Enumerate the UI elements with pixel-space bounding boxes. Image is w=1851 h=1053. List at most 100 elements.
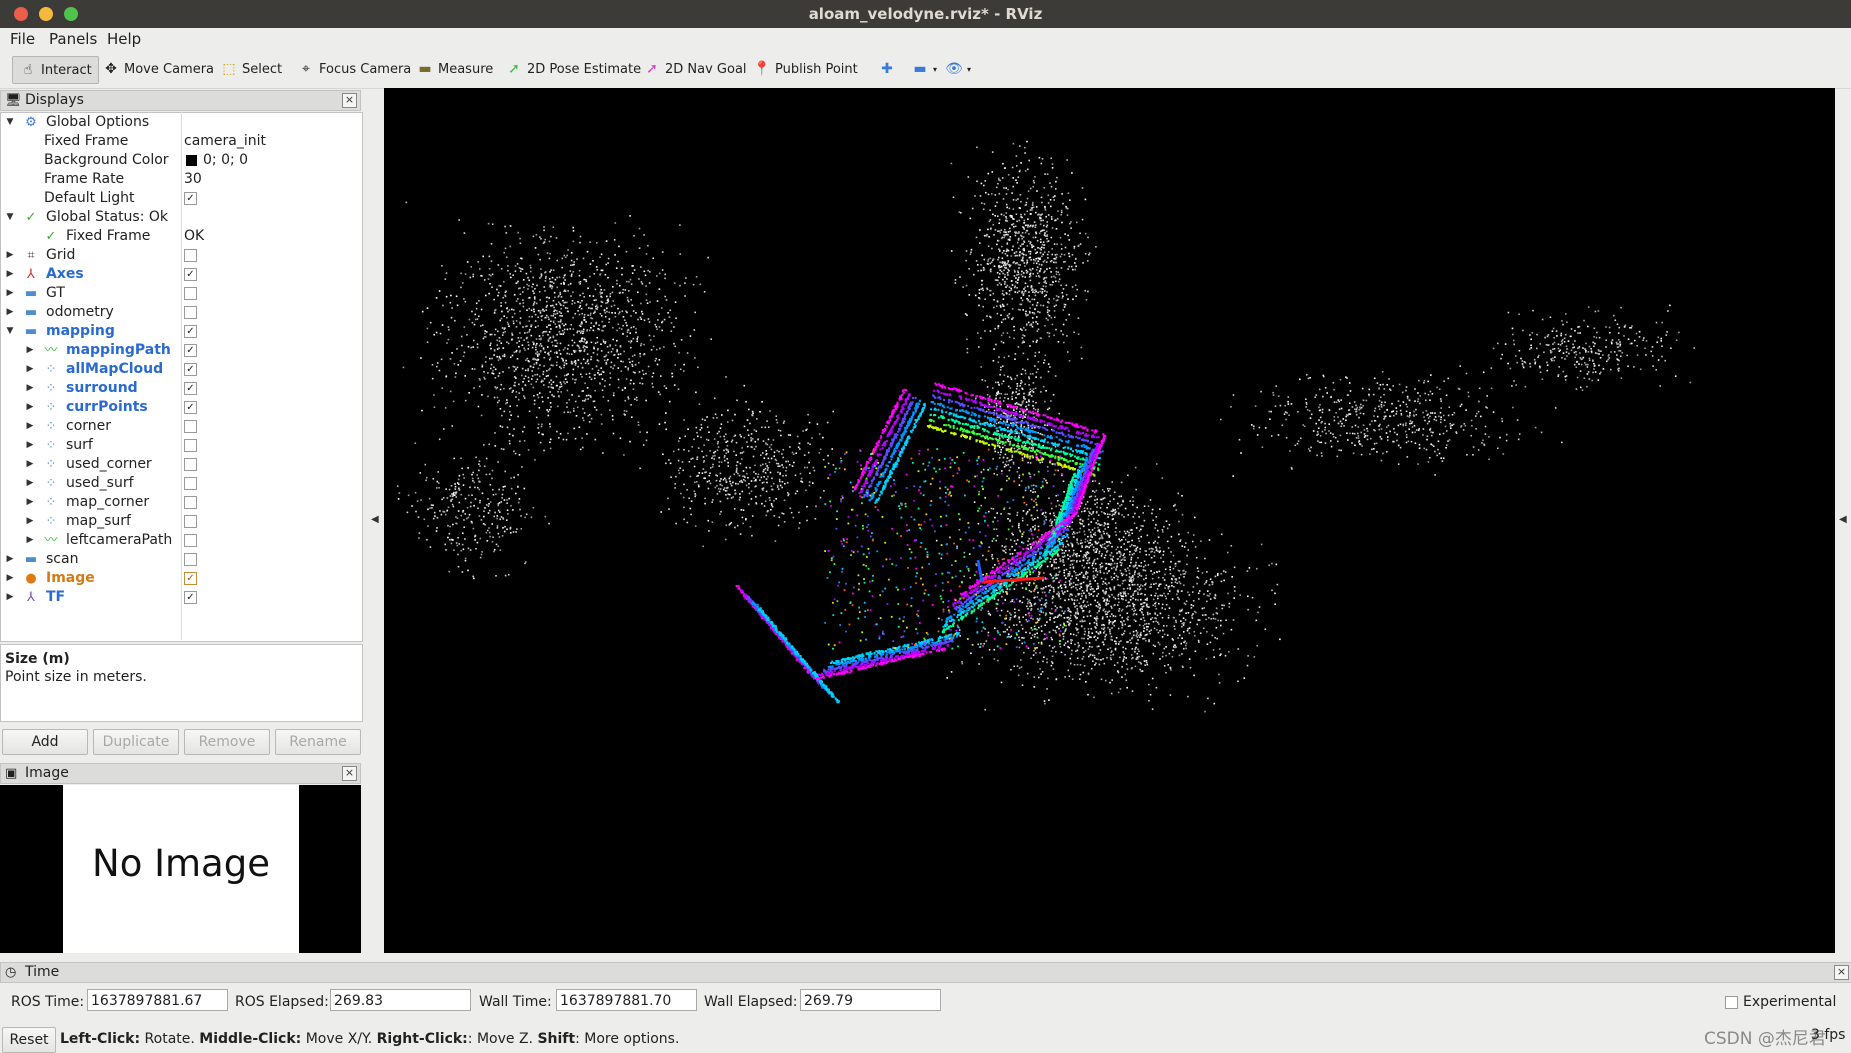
collapsed-arrow-icon[interactable]: ▶ <box>24 474 36 493</box>
row-value[interactable]: camera_init <box>184 132 266 151</box>
tree-row-map-surf[interactable]: ▶ ⁘ map_surf <box>0 512 361 531</box>
collapsed-arrow-icon[interactable]: ▶ <box>4 569 16 588</box>
tree-row-used-corner[interactable]: ▶ ⁘ used_corner <box>0 455 361 474</box>
collapsed-arrow-icon[interactable]: ▶ <box>4 550 16 569</box>
move-camera-tool[interactable]: ✥ Move Camera <box>102 56 214 82</box>
menu-help[interactable]: Help <box>107 30 141 48</box>
publish-point-tool[interactable]: 📍 Publish Point <box>753 56 857 82</box>
tree-row-grid[interactable]: ▶ ⌗ Grid <box>0 246 361 265</box>
checkbox[interactable]: ✓ <box>184 591 197 604</box>
collapsed-arrow-icon[interactable]: ▶ <box>4 303 16 322</box>
checkbox[interactable] <box>184 420 197 433</box>
checkbox[interactable]: ✓ <box>184 363 197 376</box>
collapsed-arrow-icon[interactable]: ▶ <box>24 512 36 531</box>
tree-row-used-surf[interactable]: ▶ ⁘ used_surf <box>0 474 361 493</box>
checkbox[interactable] <box>184 249 197 262</box>
tree-row-corner[interactable]: ▶ ⁘ corner <box>0 417 361 436</box>
tree-row-tf[interactable]: ▶ ⅄ TF ✓ <box>0 588 361 607</box>
collapsed-arrow-icon[interactable]: ▶ <box>24 398 36 417</box>
tree-row-surround[interactable]: ▶ ⁘ surround ✓ <box>0 379 361 398</box>
checkbox[interactable] <box>184 439 197 452</box>
checkbox[interactable]: ✓ <box>184 344 197 357</box>
checkbox[interactable]: ✓ <box>184 325 197 338</box>
collapsed-arrow-icon[interactable]: ▶ <box>24 436 36 455</box>
tree-row-odometry[interactable]: ▶ ▬ odometry <box>0 303 361 322</box>
pose-estimate-tool[interactable]: ➚ 2D Pose Estimate <box>505 56 641 82</box>
tree-row-allmapcloud[interactable]: ▶ ⁘ allMapCloud ✓ <box>0 360 361 379</box>
checkbox[interactable]: ✓ <box>184 382 197 395</box>
collapsed-arrow-icon[interactable]: ▶ <box>4 246 16 265</box>
tree-row-status-fixed-frame[interactable]: ✓ Fixed Frame OK <box>0 227 361 246</box>
checkbox[interactable]: ✓ <box>184 192 197 205</box>
reset-button[interactable]: Reset <box>2 1027 56 1053</box>
tree-row-default-light[interactable]: Default Light ✓ <box>0 189 361 208</box>
collapsed-arrow-icon[interactable]: ▶ <box>24 360 36 379</box>
collapsed-arrow-icon[interactable]: ▶ <box>24 417 36 436</box>
checkbox[interactable] <box>184 515 197 528</box>
ros-time-field[interactable]: 1637897881.67 <box>87 989 228 1011</box>
ros-elapsed-field[interactable]: 269.83 <box>330 989 471 1011</box>
tree-row-global-options[interactable]: ▼ ⚙ Global Options <box>0 113 361 132</box>
wall-time-field[interactable]: 1637897881.70 <box>556 989 697 1011</box>
checkbox[interactable] <box>184 553 197 566</box>
tree-row-axes[interactable]: ▶ ⅄ Axes ✓ <box>0 265 361 284</box>
tree-row-scan[interactable]: ▶ ▬ scan <box>0 550 361 569</box>
menu-file[interactable]: File <box>10 30 35 48</box>
render-viewport[interactable] <box>384 88 1835 953</box>
tree-row-image[interactable]: ▶ ● Image ✓ <box>0 569 361 588</box>
nav-goal-tool[interactable]: ➚ 2D Nav Goal <box>643 56 746 82</box>
checkbox[interactable]: ✓ <box>184 268 197 281</box>
tree-row-frame-rate[interactable]: Frame Rate 30 <box>0 170 361 189</box>
collapsed-arrow-icon[interactable]: ▶ <box>24 493 36 512</box>
remove-button[interactable]: Remove <box>184 729 270 755</box>
add-tool-button[interactable]: ✚ <box>878 56 900 82</box>
collapsed-arrow-icon[interactable]: ▶ <box>24 341 36 360</box>
expand-arrow-icon[interactable]: ▼ <box>4 322 16 341</box>
checkbox[interactable] <box>184 458 197 471</box>
interact-tool[interactable]: ☝ Interact <box>12 56 99 84</box>
collapsed-arrow-icon[interactable]: ▶ <box>24 531 36 550</box>
checkbox[interactable] <box>184 534 197 547</box>
tree-row-currpoints[interactable]: ▶ ⁘ currPoints ✓ <box>0 398 361 417</box>
tree-row-surf[interactable]: ▶ ⁘ surf <box>0 436 361 455</box>
expand-arrow-icon[interactable]: ▼ <box>4 208 16 227</box>
checkbox[interactable] <box>184 287 197 300</box>
view-options-button[interactable]: 👁 ▾ <box>945 56 971 82</box>
wall-elapsed-field[interactable]: 269.79 <box>800 989 941 1011</box>
checkbox[interactable]: ✓ <box>184 572 197 585</box>
tree-row-global-status[interactable]: ▼ ✓ Global Status: Ok <box>0 208 361 227</box>
menu-panels[interactable]: Panels <box>49 30 97 48</box>
expand-arrow-icon[interactable]: ▼ <box>4 113 16 132</box>
tree-row-mapping[interactable]: ▼ ▬ mapping ✓ <box>0 322 361 341</box>
row-value[interactable]: 0; 0; 0 <box>203 151 248 170</box>
tree-row-gt[interactable]: ▶ ▬ GT <box>0 284 361 303</box>
row-value[interactable]: 30 <box>184 170 202 189</box>
color-swatch[interactable] <box>186 155 197 166</box>
experimental-checkbox[interactable] <box>1725 996 1738 1009</box>
collapsed-arrow-icon[interactable]: ▶ <box>4 284 16 303</box>
rename-button[interactable]: Rename <box>275 729 361 755</box>
add-button[interactable]: Add <box>2 729 88 755</box>
collapse-left-handle[interactable]: ◀ <box>371 514 379 525</box>
checkbox[interactable] <box>184 477 197 490</box>
collapse-right-handle[interactable]: ◀ <box>1839 514 1847 525</box>
select-tool[interactable]: ⬚ Select <box>220 56 282 82</box>
tree-row-mappingpath[interactable]: ▶ 〰 mappingPath ✓ <box>0 341 361 360</box>
checkbox[interactable] <box>184 496 197 509</box>
focus-camera-tool[interactable]: ⌖ Focus Camera <box>297 56 411 82</box>
duplicate-button[interactable]: Duplicate <box>93 729 179 755</box>
close-image-panel-button[interactable]: × <box>342 766 357 781</box>
collapsed-arrow-icon[interactable]: ▶ <box>4 265 16 284</box>
checkbox[interactable]: ✓ <box>184 401 197 414</box>
collapsed-arrow-icon[interactable]: ▶ <box>24 455 36 474</box>
measure-tool[interactable]: ▬ Measure <box>416 56 493 82</box>
tree-row-fixed-frame[interactable]: Fixed Frame camera_init <box>0 132 361 151</box>
tree-row-leftcamerapath[interactable]: ▶ 〰 leftcameraPath <box>0 531 361 550</box>
close-displays-button[interactable]: × <box>342 93 357 108</box>
collapsed-arrow-icon[interactable]: ▶ <box>4 588 16 607</box>
collapsed-arrow-icon[interactable]: ▶ <box>24 379 36 398</box>
tree-row-map-corner[interactable]: ▶ ⁘ map_corner <box>0 493 361 512</box>
remove-tool-button[interactable]: ▬ ▾ <box>911 56 937 82</box>
tree-row-background-color[interactable]: Background Color 0; 0; 0 <box>0 151 361 170</box>
checkbox[interactable] <box>184 306 197 319</box>
